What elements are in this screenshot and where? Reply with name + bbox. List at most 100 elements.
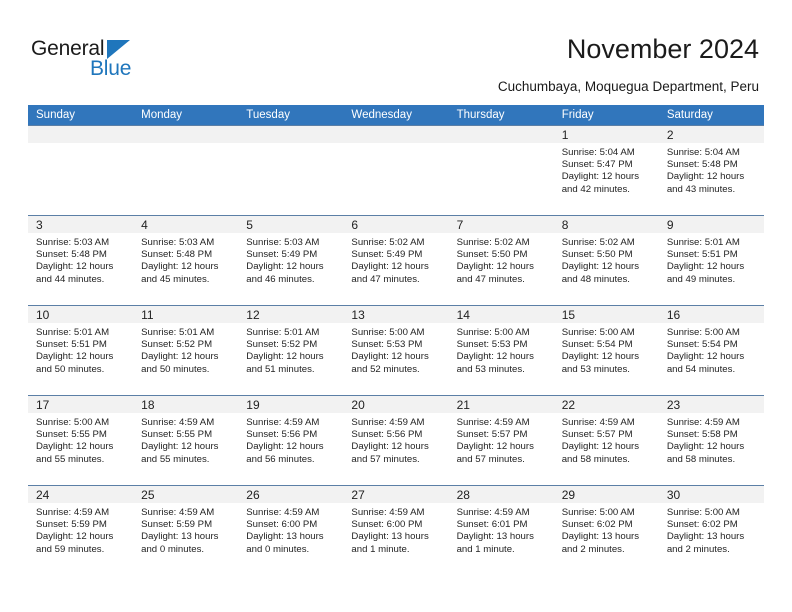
sunrise-text: Sunrise: 4:59 AM: [666, 417, 740, 428]
sunrise-text: Sunrise: 5:00 AM: [561, 327, 635, 338]
calendar-day-cell[interactable]: 18 Sunrise: 4:59 AM Sunset: 5:55 PM Dayligh…: [133, 395, 239, 485]
sunset-text: Sunset: 5:51 PM: [666, 249, 738, 261]
date-number: 20: [351, 398, 365, 412]
sun-times-block: Sunrise: 5:01 AM Sunset: 5:51 PM Daylight:…: [659, 233, 764, 286]
calendar-day-cell[interactable]: 12 Sunrise: 5:01 AM Sunset: 5:52 PM Dayligh…: [238, 305, 344, 395]
date-band: 10: [28, 305, 134, 323]
sun-times-block: Sunrise: 5:00 AM Sunset: 6:02 PM Daylight:…: [659, 503, 764, 556]
sunrise-text: Sunrise: 4:59 AM: [561, 417, 635, 428]
calendar-day-cell[interactable]: 7 Sunrise: 5:02 AM Sunset: 5:50 PM Daylight…: [448, 215, 554, 305]
general-blue-logo[interactable]: General Blue: [31, 37, 161, 83]
calendar-week-row: 17 Sunrise: 5:00 AM Sunset: 5:55 PM Dayligh…: [28, 395, 764, 485]
sun-times-block: Sunrise: 5:00 AM Sunset: 5:53 PM Daylight:…: [343, 323, 448, 376]
calendar-day-cell[interactable]: 16 Sunrise: 5:00 AM Sunset: 5:54 PM Dayligh…: [658, 305, 764, 395]
calendar-cell-empty: [343, 125, 449, 215]
sunset-text: Sunset: 5:51 PM: [36, 339, 107, 351]
day-header-saturday: Saturday: [666, 109, 713, 121]
calendar-grid: Sunday Monday Tuesday Wednesday Thursday Frid…: [28, 105, 764, 575]
daylight-text-line2: and 0 minutes.: [141, 543, 205, 555]
daylight-text-line1: Daylight: 12 hours: [36, 441, 114, 453]
calendar-day-cell[interactable]: 14 Sunrise: 5:00 AM Sunset: 5:53 PM Dayligh…: [448, 305, 554, 395]
calendar-day-cell[interactable]: 3 Sunrise: 5:03 AM Sunset: 5:48 PM Daylight…: [28, 215, 134, 305]
calendar-cell-empty: [133, 125, 239, 215]
calendar-day-cell[interactable]: 5 Sunrise: 5:03 AM Sunset: 5:49 PM Daylight…: [238, 215, 344, 305]
daylight-text-line2: and 2 minutes.: [561, 543, 625, 555]
date-number: 28: [456, 488, 470, 502]
calendar-day-cell[interactable]: 29 Sunrise: 5:00 AM Sunset: 6:02 PM Dayligh…: [553, 485, 659, 575]
date-number: 23: [666, 398, 681, 412]
sunrise-text: Sunrise: 4:59 AM: [456, 417, 530, 428]
calendar-day-cell[interactable]: 27 Sunrise: 4:59 AM Sunset: 6:00 PM Dayligh…: [343, 485, 449, 575]
date-band: [343, 125, 449, 143]
daylight-text-line1: Daylight: 12 hours: [141, 441, 219, 453]
sunrise-text: Sunrise: 5:04 AM: [666, 147, 740, 158]
calendar-day-cell[interactable]: 4 Sunrise: 5:03 AM Sunset: 5:48 PM Daylight…: [133, 215, 239, 305]
day-header-friday: Friday: [561, 109, 594, 121]
daylight-text-line2: and 1 minute.: [351, 543, 410, 555]
daylight-text-line2: and 55 minutes.: [36, 453, 105, 465]
sunset-text: Sunset: 5:53 PM: [456, 339, 528, 351]
calendar-day-cell[interactable]: 25 Sunrise: 4:59 AM Sunset: 5:59 PM Dayligh…: [133, 485, 239, 575]
sunrise-text: Sunrise: 5:02 AM: [351, 237, 425, 248]
daylight-text-line2: and 44 minutes.: [36, 273, 105, 285]
calendar-day-cell[interactable]: 13 Sunrise: 5:00 AM Sunset: 5:53 PM Dayligh…: [343, 305, 449, 395]
sunrise-text: Sunrise: 5:01 AM: [141, 327, 215, 338]
calendar-day-cell[interactable]: 19 Sunrise: 4:59 AM Sunset: 5:56 PM Dayligh…: [238, 395, 344, 485]
daylight-text-line2: and 56 minutes.: [246, 453, 315, 465]
calendar-day-cell[interactable]: 15 Sunrise: 5:00 AM Sunset: 5:54 PM Dayligh…: [553, 305, 659, 395]
date-band: [238, 125, 344, 143]
date-band: 21: [448, 395, 554, 413]
date-number: 22: [561, 398, 576, 412]
daylight-text-line1: Daylight: 12 hours: [36, 531, 114, 543]
calendar-cell-inner: 25 Sunrise: 4:59 AM Sunset: 5:59 PM Dayligh…: [133, 485, 239, 575]
calendar-day-cell[interactable]: 11 Sunrise: 5:01 AM Sunset: 5:52 PM Dayligh…: [133, 305, 239, 395]
calendar-day-cell[interactable]: 22 Sunrise: 4:59 AM Sunset: 5:57 PM Dayligh…: [553, 395, 659, 485]
calendar-cell-inner: 2 Sunrise: 5:04 AM Sunset: 5:48 PM Daylight…: [658, 125, 764, 215]
calendar-day-cell[interactable]: 30 Sunrise: 5:00 AM Sunset: 6:02 PM Dayligh…: [658, 485, 764, 575]
calendar-weeks: 1 Sunrise: 5:04 AM Sunset: 5:47 PM Daylight…: [28, 125, 764, 575]
calendar-day-cell[interactable]: 26 Sunrise: 4:59 AM Sunset: 6:00 PM Dayligh…: [238, 485, 344, 575]
date-number: 27: [351, 488, 365, 502]
calendar-day-cell[interactable]: 20 Sunrise: 4:59 AM Sunset: 5:56 PM Dayligh…: [343, 395, 449, 485]
daylight-text-line1: Daylight: 13 hours: [246, 531, 324, 543]
day-header-sunday: Sunday: [36, 109, 76, 121]
sun-times-block: Sunrise: 4:59 AM Sunset: 5:58 PM Daylight:…: [659, 413, 764, 466]
calendar-day-cell[interactable]: 24 Sunrise: 4:59 AM Sunset: 5:59 PM Dayligh…: [28, 485, 134, 575]
calendar-day-cell[interactable]: 28 Sunrise: 4:59 AM Sunset: 6:01 PM Dayligh…: [448, 485, 554, 575]
calendar-cell-inner: 17 Sunrise: 5:00 AM Sunset: 5:55 PM Dayligh…: [28, 395, 134, 485]
calendar-cell-inner: 20 Sunrise: 4:59 AM Sunset: 5:56 PM Dayligh…: [343, 395, 449, 485]
daylight-text-line1: Daylight: 12 hours: [666, 441, 745, 453]
daylight-text-line1: Daylight: 12 hours: [246, 441, 324, 453]
daylight-text-line2: and 57 minutes.: [456, 453, 525, 465]
calendar-day-cell[interactable]: 8 Sunrise: 5:02 AM Sunset: 5:50 PM Daylight…: [553, 215, 659, 305]
calendar-day-cell[interactable]: 23 Sunrise: 4:59 AM Sunset: 5:58 PM Dayligh…: [658, 395, 764, 485]
calendar-day-cell[interactable]: 10 Sunrise: 5:01 AM Sunset: 5:51 PM Dayligh…: [28, 305, 134, 395]
date-number: 8: [561, 218, 569, 232]
sun-times-block: Sunrise: 5:03 AM Sunset: 5:48 PM Daylight:…: [28, 233, 133, 286]
date-number: 4: [141, 218, 148, 232]
sunset-text: Sunset: 6:00 PM: [351, 519, 423, 531]
calendar-day-cell[interactable]: 17 Sunrise: 5:00 AM Sunset: 5:55 PM Dayligh…: [28, 395, 134, 485]
calendar-cell-inner: 29 Sunrise: 5:00 AM Sunset: 6:02 PM Dayligh…: [553, 485, 659, 575]
calendar-day-cell[interactable]: 9 Sunrise: 5:01 AM Sunset: 5:51 PM Daylight…: [658, 215, 764, 305]
date-number: 2: [666, 128, 674, 142]
sunrise-text: Sunrise: 5:02 AM: [561, 237, 635, 248]
daylight-text-line1: Daylight: 12 hours: [36, 351, 114, 363]
calendar-week-row: 3 Sunrise: 5:03 AM Sunset: 5:48 PM Daylight…: [28, 215, 764, 305]
calendar-day-cell[interactable]: 2 Sunrise: 5:04 AM Sunset: 5:48 PM Daylight…: [658, 125, 764, 215]
calendar-cell-inner: 7 Sunrise: 5:02 AM Sunset: 5:50 PM Daylight…: [448, 215, 554, 305]
date-band: 19: [238, 395, 344, 413]
sun-times-block: Sunrise: 4:59 AM Sunset: 6:00 PM Daylight:…: [238, 503, 343, 556]
daylight-text-line2: and 53 minutes.: [561, 363, 630, 375]
calendar-day-cell[interactable]: 21 Sunrise: 4:59 AM Sunset: 5:57 PM Dayligh…: [448, 395, 554, 485]
date-number: 17: [36, 398, 50, 412]
calendar-day-cell[interactable]: 1 Sunrise: 5:04 AM Sunset: 5:47 PM Daylight…: [553, 125, 659, 215]
sun-times-block: Sunrise: 4:59 AM Sunset: 5:57 PM Daylight:…: [554, 413, 659, 466]
sun-times-block: Sunrise: 5:01 AM Sunset: 5:51 PM Daylight:…: [28, 323, 133, 376]
daylight-text-line1: Daylight: 12 hours: [141, 261, 219, 273]
date-number: 18: [141, 398, 155, 412]
date-band: 1: [553, 125, 659, 143]
sun-times-block: Sunrise: 5:02 AM Sunset: 5:50 PM Daylight:…: [449, 233, 554, 286]
daylight-text-line1: Daylight: 13 hours: [666, 531, 745, 543]
calendar-day-cell[interactable]: 6 Sunrise: 5:02 AM Sunset: 5:49 PM Daylight…: [343, 215, 449, 305]
